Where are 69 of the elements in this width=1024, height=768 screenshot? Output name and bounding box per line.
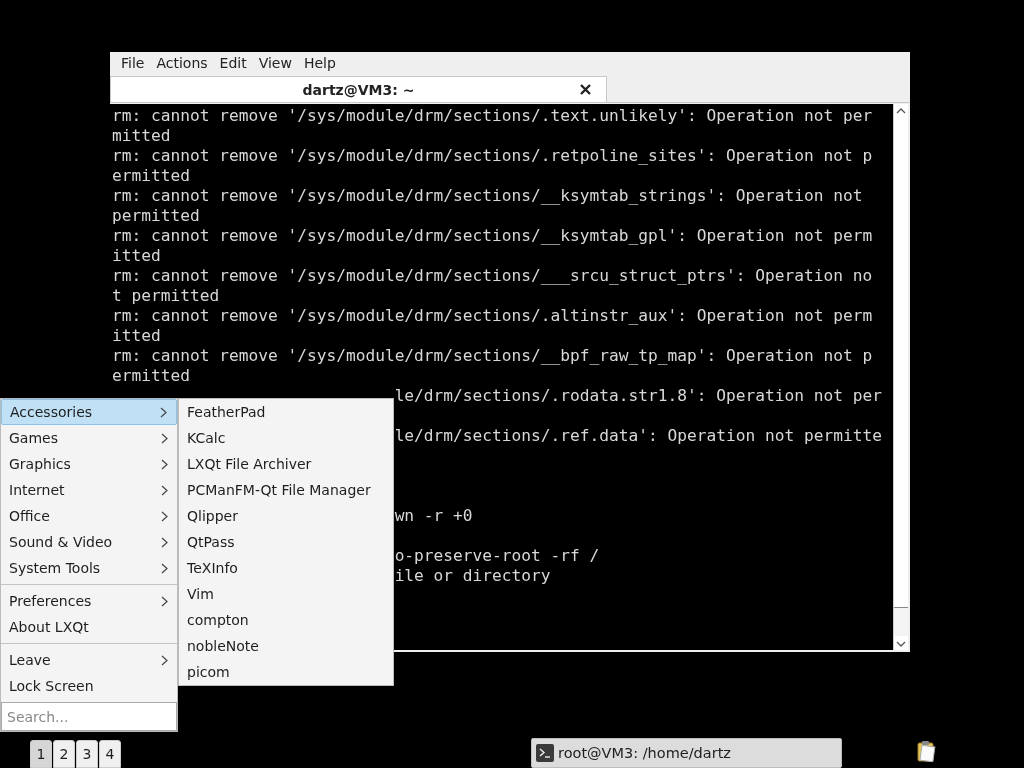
menu-item[interactable]: QtPass	[179, 529, 393, 555]
menu-item[interactable]: PCManFM-Qt File Manager	[179, 477, 393, 503]
chevron-right-icon	[161, 484, 168, 496]
terminal-tab[interactable]: dartz@VM3: ~	[110, 76, 607, 102]
terminal-line: o-preserve-root -rf /	[394, 546, 600, 566]
chevron-right-icon	[161, 536, 168, 548]
menu-item[interactable]: Internet	[1, 477, 177, 503]
terminal-line: rm: cannot remove '/sys/module/drm/sections/.text.unlikely': Operation not per	[112, 106, 874, 126]
terminal-line: rm: cannot remove '/sys/module/drm/sections/.altinstr_aux': Operation not perm	[112, 306, 874, 326]
clipboard-icon[interactable]	[916, 740, 938, 762]
menu-item[interactable]: Preferences	[1, 588, 177, 614]
desktop-button[interactable]: 3	[76, 740, 98, 768]
terminal-line: mitted	[112, 126, 172, 146]
menu-item[interactable]: Games	[1, 425, 177, 451]
menu-item[interactable]: Graphics	[1, 451, 177, 477]
terminal-line: rm: cannot remove '/sys/module/drm/sections/__bpf_raw_tp_map': Operation not p	[112, 346, 874, 366]
chevron-right-icon	[161, 510, 168, 522]
task-button[interactable]: root@VM3: /home/dartz	[531, 738, 842, 768]
scroll-down-icon[interactable]	[896, 640, 906, 648]
chevron-right-icon	[161, 654, 168, 666]
menu-item[interactable]: About LXQt	[1, 614, 177, 640]
terminal-line: itted	[112, 326, 162, 346]
terminal-line: rm: cannot remove '/sys/module/drm/sections/.retpoline_sites': Operation not p	[112, 146, 874, 166]
terminal-line: ile or directory	[394, 566, 551, 586]
menu-item[interactable]: picom	[179, 659, 393, 685]
menu-item[interactable]: Leave	[1, 647, 177, 673]
search-field[interactable]: Search...	[1, 702, 177, 731]
menu-item[interactable]: nobleNote	[179, 633, 393, 659]
terminal-line: rm: cannot remove '/sys/module/drm/sections/__ksymtab_strings': Operation not	[112, 186, 864, 206]
terminal-line: wn -r +0	[394, 506, 473, 526]
terminal-line: permitted	[112, 206, 201, 226]
scroll-up-icon[interactable]	[896, 107, 906, 115]
desktop-button[interactable]: 4	[99, 740, 121, 768]
desktop-button[interactable]: 2	[53, 740, 75, 768]
chevron-right-icon	[161, 595, 168, 607]
terminal-line: rm: cannot remove '/sys/module/drm/sections/__ksymtab_gpl': Operation not perm	[112, 226, 874, 246]
menu-item[interactable]: TeXInfo	[179, 555, 393, 581]
menu-item[interactable]: Qlipper	[179, 503, 393, 529]
menu-item[interactable]: Sound & Video	[1, 529, 177, 555]
menu-item[interactable]: System Tools	[1, 555, 177, 581]
terminal-line: t permitted	[112, 286, 221, 306]
terminal-icon	[536, 744, 554, 762]
scrollbar[interactable]	[893, 104, 908, 650]
menu-item[interactable]: View	[253, 55, 297, 71]
terminal-line: rm: cannot remove '/sys/module/drm/sections/___srcu_struct_ptrs': Operation no	[112, 266, 874, 286]
chevron-right-icon	[161, 432, 168, 444]
menu-item[interactable]: File	[116, 55, 150, 71]
menu-item[interactable]: Lock Screen	[1, 673, 177, 699]
scrollbar-thumb[interactable]	[894, 607, 908, 636]
terminal-line: ermitted	[112, 366, 191, 386]
terminal-line: le/drm/sections/.rodata.str1.8': Operation not per	[394, 386, 882, 406]
menu-item[interactable]: Help	[298, 55, 341, 71]
menu-item[interactable]: compton	[179, 607, 393, 633]
terminal-line: itted	[112, 246, 162, 266]
menu-item[interactable]: Vim	[179, 581, 393, 607]
chevron-right-icon	[161, 562, 168, 574]
menu-item[interactable]: LXQt File Archiver	[179, 451, 393, 477]
terminal-line: ermitted	[112, 166, 191, 186]
menu-item[interactable]: Edit	[214, 55, 252, 71]
chevron-right-icon	[160, 406, 167, 418]
close-icon[interactable]	[579, 83, 592, 96]
terminal-line: le/drm/sections/.ref.data': Operation not permitte	[394, 426, 882, 446]
desktop-button[interactable]: 1	[30, 740, 52, 768]
chevron-right-icon	[161, 458, 168, 470]
menu-item[interactable]: Actions	[151, 55, 213, 71]
menu-item[interactable]: FeatherPad	[179, 399, 393, 425]
menu-item[interactable]: Accessories	[1, 399, 177, 425]
menu-item[interactable]: Office	[1, 503, 177, 529]
menu-item[interactable]: KCalc	[179, 425, 393, 451]
